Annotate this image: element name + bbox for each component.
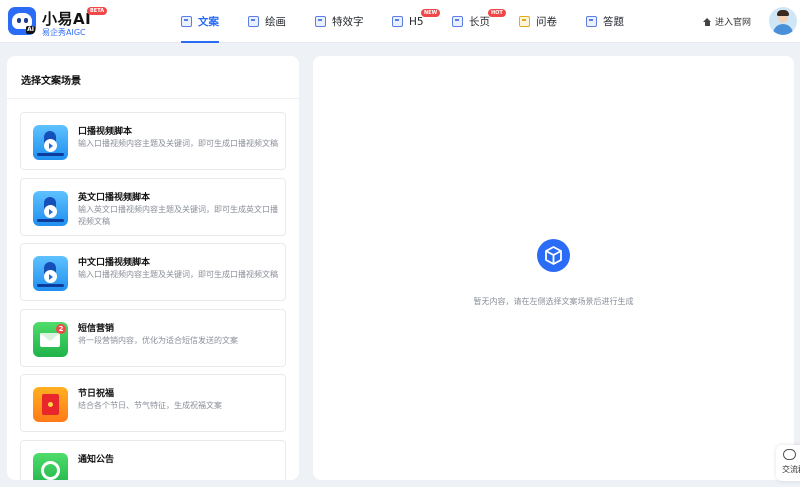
scene-card-title: 通知公告: [78, 455, 115, 465]
empty-box-icon: [537, 239, 570, 272]
nav-tab-label: 答题: [603, 16, 624, 28]
chat-group-button[interactable]: 交流群: [776, 445, 800, 481]
icon-bar: [37, 219, 64, 222]
h5-icon: [392, 16, 403, 27]
top-header: AI 小易AI BETA 易企秀AIGC 文案 绘画 特效字 H5 NEW 长页…: [0, 0, 800, 43]
scene-card-video-script[interactable]: 口播视频脚本 输入口播视频内容主题及关键词，即可生成口播视频文稿: [20, 112, 286, 170]
icon-bar: [37, 284, 64, 287]
icon-play: [44, 139, 57, 152]
scene-card-title: 短信营销: [78, 324, 115, 334]
nav-tab-h5[interactable]: H5: [392, 0, 424, 43]
scene-card-desc: 输入口播视频内容主题及关键词，即可生成口播视频文稿: [78, 270, 278, 279]
video-script-icon: [33, 191, 68, 226]
nav-tab-label: 长页: [469, 16, 490, 28]
nav-tab-quiz[interactable]: 答题: [586, 0, 624, 43]
user-avatar[interactable]: [769, 7, 797, 35]
hot-badge: HOT: [488, 9, 506, 17]
scene-card-desc: 输入英文口播视频内容主题及关键词，即可生成英文口播视频文稿: [78, 205, 278, 226]
notice-icon: [33, 453, 68, 480]
video-script-icon: [33, 256, 68, 291]
scene-select-panel: 选择文案场景 口播视频脚本 输入口播视频内容主题及关键词，即可生成口播视频文稿 …: [7, 56, 299, 480]
avatar-hair: [777, 10, 789, 16]
beta-badge: BETA: [87, 7, 108, 15]
scene-card-title: 口播视频脚本: [78, 127, 133, 137]
logo-eye: [24, 18, 28, 23]
sms-icon: 2: [33, 322, 68, 357]
nav-tab-label: 文案: [198, 16, 219, 28]
cube-svg: [545, 246, 562, 265]
nav-tab-label: 特效字: [332, 16, 364, 28]
enter-official-site-link[interactable]: 进入官网: [703, 0, 751, 43]
scene-card-notice[interactable]: 通知公告: [20, 440, 286, 480]
scene-card-desc: 结合各个节日、节气特征，生成祝福文案: [78, 401, 222, 410]
effect-text-icon: [315, 16, 326, 27]
icon-ring: [41, 461, 60, 480]
nav-tab-painting[interactable]: 绘画: [248, 0, 286, 43]
scene-card-desc: 输入口播视频内容主题及关键词，即可生成口播视频文稿: [78, 139, 278, 148]
icon-play: [44, 205, 57, 218]
red-envelope-icon: [33, 387, 68, 422]
nav-tab-label: 问卷: [536, 16, 557, 28]
nav-tab-copywriting[interactable]: 文案: [181, 0, 219, 43]
icon-envelope: [40, 333, 60, 347]
logo-eye: [17, 18, 21, 23]
nav-tab-survey[interactable]: 问卷: [519, 0, 557, 43]
quiz-icon: [586, 16, 597, 27]
panel-title: 选择文案场景: [21, 76, 81, 87]
new-badge: NEW: [421, 9, 441, 17]
brand-logo-icon[interactable]: AI: [8, 7, 36, 35]
scene-card-festival-greeting[interactable]: 节日祝福 结合各个节日、节气特征，生成祝福文案: [20, 374, 286, 432]
sms-count-badge: 2: [56, 324, 66, 334]
empty-state-text: 暂无内容，请在左侧选择文案场景后进行生成: [473, 297, 634, 306]
chat-group-label: 交流群: [782, 465, 800, 474]
nav-tab-long-page[interactable]: 长页: [452, 0, 490, 43]
video-script-icon: [33, 125, 68, 160]
long-page-icon: [452, 16, 463, 27]
scene-card-title: 中文口播视频脚本: [78, 258, 151, 268]
scene-card-title: 节日祝福: [78, 389, 115, 399]
survey-icon: [519, 16, 530, 27]
enter-site-label: 进入官网: [715, 18, 752, 28]
logo-ai-tag: AI: [26, 26, 35, 34]
avatar-body: [773, 24, 793, 35]
icon-play: [44, 270, 57, 283]
chat-bubble-icon: [783, 449, 796, 460]
home-icon: [703, 17, 712, 26]
painting-icon: [248, 16, 259, 27]
nav-tab-label: H5: [409, 15, 424, 28]
scene-card-title: 英文口播视频脚本: [78, 193, 151, 203]
nav-tab-label: 绘画: [265, 16, 286, 28]
nav-tab-effect-text[interactable]: 特效字: [315, 0, 364, 43]
icon-red-envelope: [42, 394, 59, 415]
document-icon: [181, 16, 192, 27]
scene-card-desc: 将一段营销内容，优化为适合短信发送的文案: [78, 336, 238, 345]
scene-card-chinese-video-script[interactable]: 中文口播视频脚本 输入口播视频内容主题及关键词，即可生成口播视频文稿: [20, 243, 286, 301]
divider: [7, 98, 299, 99]
brand-subtitle: 易企秀AIGC: [42, 28, 86, 37]
scene-card-english-video-script[interactable]: 英文口播视频脚本 输入英文口播视频内容主题及关键词，即可生成英文口播视频文稿: [20, 178, 286, 236]
icon-bar: [37, 153, 64, 156]
brand-name[interactable]: 小易AI: [42, 8, 91, 29]
scene-card-sms-marketing[interactable]: 2 短信营销 将一段营销内容，优化为适合短信发送的文案: [20, 309, 286, 367]
